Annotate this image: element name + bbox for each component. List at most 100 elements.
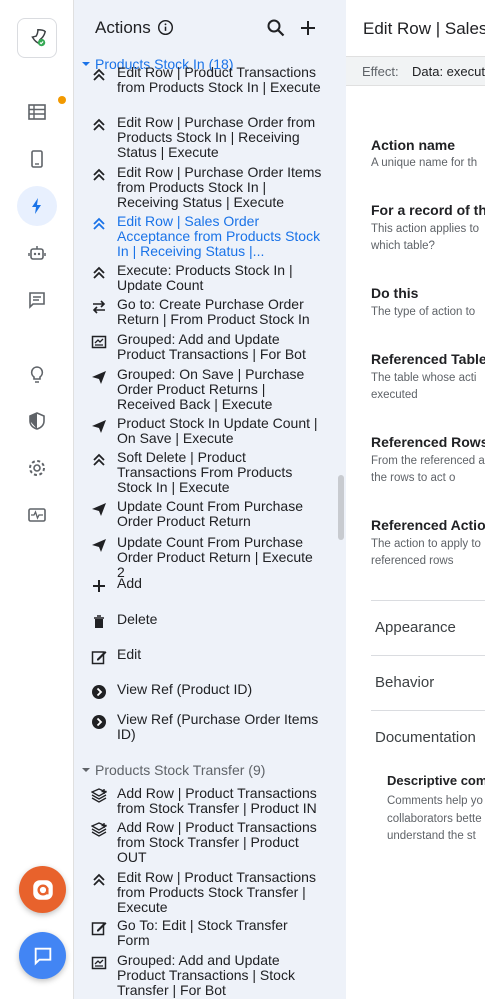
action-item[interactable]: Execute: Products Stock In | Update Coun…: [89, 263, 329, 293]
shield-icon: [29, 412, 45, 430]
rocket-icon: [31, 29, 47, 47]
action-item[interactable]: Add Row | Product Transactions from Stoc…: [89, 786, 329, 816]
double-chevron-up-icon: [89, 870, 109, 890]
action-item[interactable]: Go to: Create Purchase Order Return | Fr…: [89, 297, 329, 327]
field-label-action-name: Action name: [371, 137, 456, 153]
action-item-label: Delete: [117, 611, 158, 627]
bolt-icon: [32, 198, 41, 214]
message-icon: [34, 947, 51, 966]
action-item-label: Grouped: Add and Update Product Transact…: [117, 952, 295, 998]
doc-comment-desc: Comments help yo collaborators bette und…: [387, 795, 483, 842]
rail-tables[interactable]: [17, 92, 57, 132]
field-desc-ref-action: The action to apply to referenced rows: [371, 538, 481, 567]
rail-chat[interactable]: [17, 280, 57, 320]
rail-security[interactable]: [17, 401, 57, 441]
double-chevron-up-icon: [89, 115, 109, 135]
chat-fab[interactable]: [19, 932, 66, 979]
grouped-actions-icon: [89, 953, 109, 973]
section-behavior-label: Behavior: [375, 674, 435, 691]
action-item-label: View Ref (Purchase Order Items ID): [117, 711, 319, 742]
double-chevron-up-icon: [89, 165, 109, 185]
search-icon[interactable]: [266, 18, 286, 38]
field-label-ref-rows: Referenced Rows: [371, 434, 485, 450]
table-icon: [28, 104, 46, 120]
rail-actions[interactable]: [17, 186, 57, 226]
action-item[interactable]: Update Count From Purchase Order Product…: [89, 499, 329, 529]
action-item[interactable]: View Ref (Purchase Order Items ID): [89, 712, 329, 742]
group-label: Products Stock Transfer (9): [95, 762, 266, 778]
edit-icon: [89, 647, 109, 667]
action-item-label: Edit Row | Purchase Order from Products …: [117, 114, 316, 160]
action-item-label: Edit Row | Product Transactions from Pro…: [117, 64, 321, 95]
panel-header: Actions: [74, 0, 346, 56]
action-item-label: Grouped: Add and Update Product Transact…: [117, 331, 306, 362]
lightbulb-icon: [30, 366, 44, 383]
section-appearance[interactable]: Appearance: [371, 600, 485, 655]
rail-ideas[interactable]: [17, 355, 57, 395]
action-item-label: Edit Row | Product Transactions from Pro…: [117, 869, 316, 915]
action-item[interactable]: Update Count From Purchase Order Product…: [89, 535, 329, 580]
effect-bar: Effect: Data: execute an action on a set…: [346, 56, 485, 86]
add-rows-icon: [89, 786, 109, 806]
double-chevron-up-icon: [89, 214, 109, 234]
action-item[interactable]: Add Row | Product Transactions from Stoc…: [89, 820, 329, 865]
rail-views[interactable]: [17, 139, 57, 179]
rail-bots[interactable]: [17, 233, 57, 273]
action-item-label: Edit Row | Sales Order Acceptance from P…: [117, 213, 321, 259]
action-item-label: Add: [117, 575, 142, 591]
actions-panel: Actions Products Stock In (18) Edit Row |…: [74, 0, 346, 999]
action-item[interactable]: Edit Row | Purchase Order from Products …: [89, 115, 329, 160]
action-item[interactable]: Go To: Edit | Stock Transfer Form: [89, 918, 329, 948]
group-header[interactable]: Products Stock Transfer (9): [80, 762, 265, 778]
detail-title: Edit Row | Sales Order Acceptance from P…: [363, 19, 485, 38]
action-item[interactable]: Edit: [89, 647, 329, 667]
action-item[interactable]: Delete: [89, 612, 329, 632]
action-item-label: Edit: [117, 646, 142, 662]
action-item-label: Execute: Products Stock In | Update Coun…: [117, 262, 293, 293]
effect-label: Effect:: [362, 64, 399, 79]
field-desc-ref-rows: From the referenced are the rows to act …: [371, 455, 485, 484]
action-item[interactable]: Product Stock In Update Count | On Save …: [89, 416, 329, 446]
grouped-actions-icon: [89, 332, 109, 352]
field-label-table: For a record of thi: [371, 202, 485, 218]
add-icon[interactable]: [298, 18, 318, 38]
app-logo[interactable]: [17, 18, 57, 58]
field-desc-ref-table: The table whose acti executed: [371, 372, 477, 401]
action-item-label: Go to: Create Purchase Order Return | Fr…: [117, 296, 310, 327]
double-chevron-up-icon: [89, 450, 109, 470]
double-chevron-up-icon: [89, 65, 109, 85]
action-item[interactable]: Grouped: On Save | Purchase Order Produc…: [89, 367, 329, 412]
action-item[interactable]: Edit Row | Sales Order Acceptance from P…: [89, 214, 329, 259]
section-behavior[interactable]: Behavior: [371, 655, 485, 710]
swap-arrows-icon: [89, 297, 109, 317]
action-item[interactable]: Add: [89, 576, 329, 596]
navigate-circle-icon: [89, 712, 109, 732]
action-item[interactable]: Edit Row | Product Transactions from Pro…: [89, 65, 329, 95]
rail-settings[interactable]: [17, 448, 57, 488]
field-label-ref-action: Referenced Action: [371, 517, 485, 533]
action-item-label: Go To: Edit | Stock Transfer Form: [117, 917, 288, 948]
field-desc-action-name: A unique name for th: [371, 157, 478, 169]
action-item[interactable]: Edit Row | Purchase Order Items from Pro…: [89, 165, 329, 210]
action-item[interactable]: Grouped: Add and Update Product Transact…: [89, 953, 329, 998]
action-item-label: Product Stock In Update Count | On Save …: [117, 415, 318, 446]
action-item[interactable]: Edit Row | Product Transactions from Pro…: [89, 870, 329, 915]
action-item[interactable]: Grouped: Add and Update Product Transact…: [89, 332, 329, 362]
action-item[interactable]: View Ref (Product ID): [89, 682, 329, 702]
edit-icon: [89, 918, 109, 938]
panel-scrollbar[interactable]: [338, 475, 344, 540]
rail-monitor[interactable]: [17, 495, 57, 535]
mobile-icon: [31, 150, 43, 168]
gear-icon: [29, 460, 45, 476]
action-item-label: Update Count From Purchase Order Product…: [117, 498, 303, 529]
action-item-label: View Ref (Product ID): [117, 681, 253, 697]
panel-title: Actions: [95, 18, 151, 37]
assistant-fab[interactable]: [19, 866, 66, 913]
section-appearance-label: Appearance: [375, 619, 456, 636]
navigate-circle-icon: [89, 682, 109, 702]
caret-down-icon: [82, 768, 90, 772]
section-documentation[interactable]: Documentation: [371, 710, 485, 765]
info-icon[interactable]: [157, 19, 174, 36]
action-item[interactable]: Soft Delete | Product Transactions From …: [89, 450, 329, 495]
action-item-label: Add Row | Product Transactions from Stoc…: [117, 819, 317, 865]
